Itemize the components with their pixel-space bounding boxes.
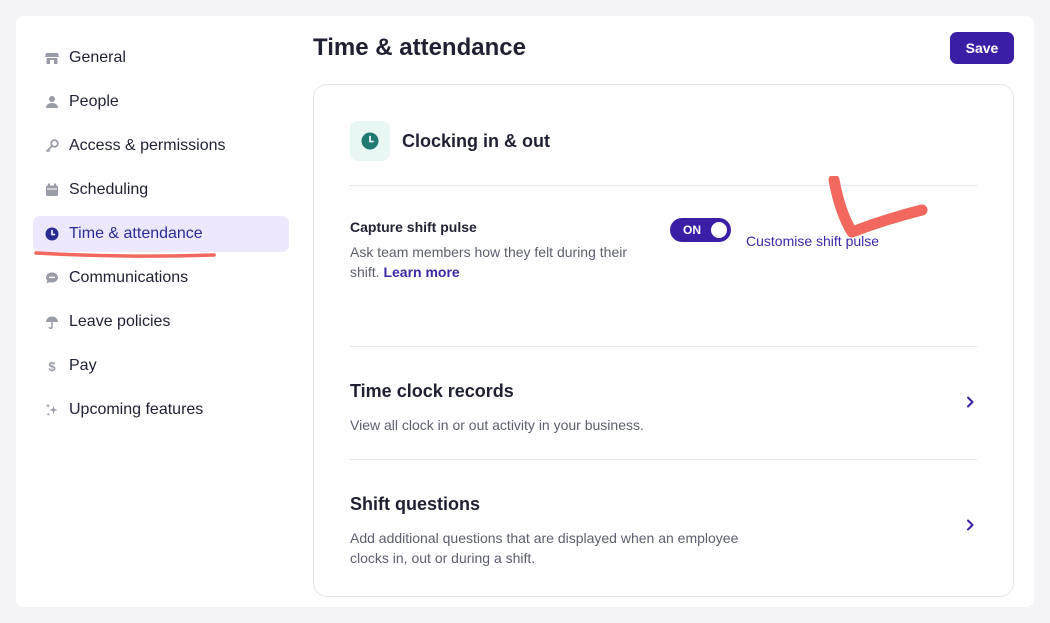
- sidebar-item-people[interactable]: People: [33, 84, 289, 120]
- time-clock-records-description: View all clock in or out activity in you…: [350, 417, 644, 433]
- chat-icon: [45, 271, 59, 285]
- time-attendance-card: Clocking in & out Capture shift pulse As…: [313, 84, 1014, 597]
- settings-sidebar: General People Access & permissions Sche…: [33, 40, 289, 436]
- calendar-icon: [45, 183, 59, 197]
- sidebar-item-leave-policies[interactable]: Leave policies: [33, 304, 289, 340]
- section-title: Clocking in & out: [402, 130, 550, 151]
- divider: [350, 346, 977, 347]
- svg-text:$: $: [48, 359, 56, 373]
- dollar-icon: $: [45, 359, 59, 373]
- sidebar-item-time-attendance[interactable]: Time & attendance: [33, 216, 289, 252]
- sidebar-item-label: Upcoming features: [69, 401, 204, 418]
- red-underline-annotation: [34, 251, 216, 258]
- sidebar-item-scheduling[interactable]: Scheduling: [33, 172, 289, 208]
- red-checkmark-annotation: [828, 176, 928, 238]
- umbrella-icon: [45, 315, 59, 329]
- key-icon: [45, 139, 59, 153]
- sidebar-item-general[interactable]: General: [33, 40, 289, 76]
- clocking-section-header: Clocking in & out: [350, 121, 550, 161]
- shift-questions-title: Shift questions: [350, 494, 480, 514]
- sidebar-item-access-permissions[interactable]: Access & permissions: [33, 128, 289, 164]
- clock-icon: [361, 132, 379, 150]
- clock-icon: [45, 227, 59, 241]
- shift-questions-description: Add additional questions that are displa…: [350, 530, 739, 566]
- person-icon: [45, 95, 59, 109]
- settings-window: General People Access & permissions Sche…: [16, 16, 1034, 607]
- chevron-right-icon[interactable]: [963, 518, 977, 532]
- sidebar-item-label: Scheduling: [69, 181, 149, 198]
- divider: [350, 459, 977, 460]
- sidebar-item-pay[interactable]: $ Pay: [33, 348, 289, 384]
- toggle-knob: [711, 222, 727, 238]
- sidebar-item-label: People: [69, 93, 119, 110]
- sidebar-item-label: Leave policies: [69, 313, 171, 330]
- store-icon: [45, 51, 59, 65]
- time-clock-records-title: Time clock records: [350, 381, 514, 401]
- shift-pulse-description: Ask team members how they felt during th…: [350, 242, 650, 282]
- sidebar-item-label: Time & attendance: [69, 225, 203, 242]
- sidebar-item-label: Access & permissions: [69, 137, 226, 154]
- sidebar-item-upcoming-features[interactable]: Upcoming features: [33, 392, 289, 428]
- sidebar-item-label: General: [69, 49, 126, 66]
- page-title: Time & attendance: [313, 34, 526, 61]
- save-button[interactable]: Save: [950, 32, 1014, 64]
- sparkle-icon: [45, 403, 59, 417]
- toggle-state-label: ON: [683, 223, 701, 237]
- shift-pulse-title: Capture shift pulse: [350, 219, 477, 235]
- sidebar-item-communications[interactable]: Communications: [33, 260, 289, 296]
- sidebar-item-label: Communications: [69, 269, 189, 286]
- chevron-right-icon[interactable]: [963, 395, 977, 409]
- sidebar-item-label: Pay: [69, 357, 97, 374]
- shift-pulse-toggle[interactable]: ON: [670, 218, 731, 242]
- learn-more-link[interactable]: Learn more: [383, 264, 459, 280]
- clocking-icon-tile: [350, 121, 390, 161]
